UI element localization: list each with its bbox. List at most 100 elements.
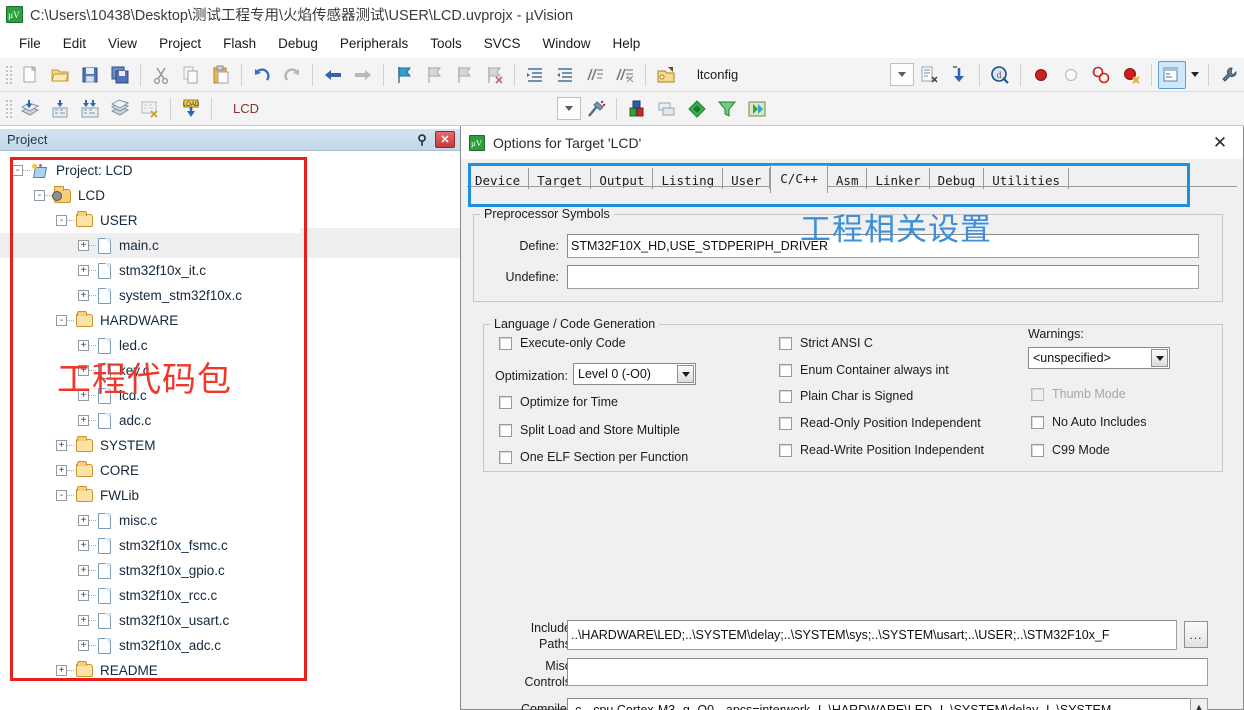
menu-view[interactable]: View — [97, 34, 148, 53]
checkbox-split-load-and-store-multiple[interactable]: Split Load and Store Multiple — [499, 423, 680, 437]
collapse-icon[interactable]: - — [56, 490, 67, 501]
disable-all-breakpoints-button[interactable] — [1087, 61, 1115, 89]
tree-item-misc-c[interactable]: + misc.c — [0, 508, 460, 533]
include-paths-input[interactable]: ..\HARDWARE\LED;..\SYSTEM\delay;..\SYSTE… — [567, 620, 1177, 650]
define-input[interactable]: STM32F10X_HD,USE_STDPERIPH_DRIVER — [567, 234, 1199, 258]
tree-item-readme[interactable]: + README — [0, 658, 460, 683]
collapse-icon[interactable]: - — [34, 190, 45, 201]
expand-icon[interactable]: + — [78, 615, 89, 626]
new-file-button[interactable] — [16, 61, 44, 89]
target-select-arrow[interactable] — [557, 97, 581, 120]
checkbox-read-write-position-independent[interactable]: Read-Write Position Independent — [779, 443, 984, 457]
checkbox-no-auto-includes[interactable]: No Auto Includes — [1031, 415, 1147, 429]
menu-file[interactable]: File — [8, 34, 52, 53]
collapse-icon[interactable]: - — [56, 215, 67, 226]
menu-debug[interactable]: Debug — [267, 34, 329, 53]
expand-icon[interactable]: + — [78, 515, 89, 526]
comment-lines-button[interactable] — [581, 61, 609, 89]
checkbox-read-only-position-independent[interactable]: Read-Only Position Independent — [779, 416, 981, 430]
expand-icon[interactable]: + — [78, 415, 89, 426]
collapse-icon[interactable]: - — [56, 315, 67, 326]
tree-item-led-c[interactable]: + led.c — [0, 333, 460, 358]
debug-session-button[interactable]: d — [986, 61, 1014, 89]
checkbox-plain-char-is-signed[interactable]: Plain Char is Signed — [779, 389, 913, 403]
manage-run-time-environment-button[interactable] — [623, 95, 651, 123]
checkbox-thumb-mode[interactable]: Thumb Mode — [1031, 387, 1126, 401]
tree-item-project-lcd[interactable]: - Project: LCD — [0, 158, 460, 183]
checkbox-enum-container-always-int[interactable]: Enum Container always int — [779, 363, 949, 377]
scroll-up-icon[interactable]: ▲ — [1191, 699, 1207, 710]
collapse-icon[interactable]: - — [12, 165, 23, 176]
tree-item-stm32f10x-gpio-c[interactable]: + stm32f10x_gpio.c — [0, 558, 460, 583]
download-to-flash-button[interactable] — [945, 61, 973, 89]
insert-breakpoint-button[interactable] — [1027, 61, 1055, 89]
compiler-control-string-textarea[interactable]: -c --cpu Cortex-M3 -g -O0 --apcs=interwo… — [567, 698, 1191, 710]
menu-edit[interactable]: Edit — [52, 34, 97, 53]
tree-item-stm32f10x-rcc-c[interactable]: + stm32f10x_rcc.c — [0, 583, 460, 608]
chevron-down-icon[interactable] — [677, 365, 694, 383]
tree-item-system-stm32f10x-c[interactable]: + system_stm32f10x.c — [0, 283, 460, 308]
tree-item-core[interactable]: + CORE — [0, 458, 460, 483]
menu-flash[interactable]: Flash — [212, 34, 267, 53]
tree-item-stm32f10x-fsmc-c[interactable]: + stm32f10x_fsmc.c — [0, 533, 460, 558]
checkbox-one-elf-section-per-function[interactable]: One ELF Section per Function — [499, 450, 688, 464]
tree-item-lcd-c[interactable]: + lcd.c — [0, 383, 460, 408]
expand-icon[interactable]: + — [78, 240, 89, 251]
expand-icon[interactable]: + — [78, 290, 89, 301]
checkbox-c99-mode[interactable]: C99 Mode — [1031, 443, 1110, 457]
expand-icon[interactable]: + — [78, 540, 89, 551]
expand-icon[interactable]: + — [56, 665, 67, 676]
menu-svcs[interactable]: SVCS — [473, 34, 532, 53]
bookmark-clear-button[interactable] — [480, 61, 508, 89]
expand-icon[interactable]: + — [78, 365, 89, 376]
target-select[interactable]: LCD — [223, 97, 393, 120]
disable-breakpoint-button[interactable] — [1057, 61, 1085, 89]
copy-button[interactable] — [177, 61, 205, 89]
dialog-close-icon[interactable]: ✕ — [1203, 130, 1237, 156]
tree-item-system[interactable]: + SYSTEM — [0, 433, 460, 458]
pack-management-button[interactable] — [743, 95, 771, 123]
cut-button[interactable] — [147, 61, 175, 89]
expand-icon[interactable]: + — [78, 340, 89, 351]
stop-build-button[interactable] — [136, 95, 164, 123]
expand-icon[interactable]: + — [78, 265, 89, 276]
filter-packs-button[interactable] — [713, 95, 741, 123]
menu-peripherals[interactable]: Peripherals — [329, 34, 419, 53]
batch-build-button[interactable] — [106, 95, 134, 123]
tree-item-adc-c[interactable]: + adc.c — [0, 408, 460, 433]
pin-icon[interactable]: ⚲ — [413, 131, 431, 149]
build-target-button[interactable] — [46, 95, 74, 123]
rebuild-all-button[interactable] — [76, 95, 104, 123]
configure-button[interactable] — [652, 61, 680, 89]
tree-item-fwlib[interactable]: - FWLib — [0, 483, 460, 508]
expand-icon[interactable]: + — [78, 590, 89, 601]
expand-icon[interactable]: + — [78, 565, 89, 576]
undo-button[interactable] — [248, 61, 276, 89]
bookmark-next-button[interactable] — [450, 61, 478, 89]
toolbar-overflow-dropdown[interactable] — [890, 63, 914, 86]
navigate-back-button[interactable] — [319, 61, 347, 89]
misc-controls-input[interactable] — [567, 658, 1208, 686]
include-paths-browse-button[interactable]: ... — [1184, 621, 1208, 648]
checkbox-execute-only-code[interactable]: Execute-only Code — [499, 336, 626, 350]
translate-file-button[interactable] — [16, 95, 44, 123]
tree-item-lcd[interactable]: - LCD — [0, 183, 460, 208]
tab-c-c++[interactable]: C/C++ — [770, 165, 828, 193]
select-software-packs-button[interactable] — [653, 95, 681, 123]
optimization-select[interactable]: Level 0 (-O0) — [573, 363, 696, 385]
tree-item-stm32f10x-it-c[interactable]: + stm32f10x_it.c — [0, 258, 460, 283]
expand-icon[interactable]: + — [78, 640, 89, 651]
open-file-button[interactable] — [46, 61, 74, 89]
warnings-select[interactable]: <unspecified> — [1028, 347, 1170, 369]
kill-all-breakpoints-button[interactable] — [1117, 61, 1145, 89]
undefine-input[interactable] — [567, 265, 1199, 289]
indent-increase-button[interactable] — [521, 61, 549, 89]
expand-icon[interactable]: + — [56, 440, 67, 451]
compiler-string-scrollbar[interactable]: ▲ ▼ — [1191, 698, 1208, 710]
insert-file-button[interactable] — [915, 61, 943, 89]
save-all-button[interactable] — [106, 61, 134, 89]
toolbar-grip[interactable] — [4, 97, 12, 120]
manage-windows-dropdown[interactable] — [1188, 61, 1202, 89]
tree-item-stm32f10x-usart-c[interactable]: + stm32f10x_usart.c — [0, 608, 460, 633]
paste-button[interactable] — [207, 61, 235, 89]
